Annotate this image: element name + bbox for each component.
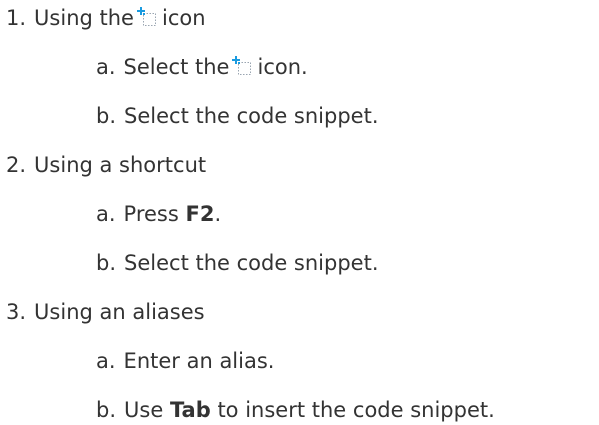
instructions-list: 1. Using the icon a. Select the icon. b. Se…: [0, 0, 599, 425]
step-1a-text-after: icon.: [257, 55, 308, 79]
step-1b-marker: b.: [96, 104, 117, 128]
insert-snippet-icon: [136, 5, 159, 29]
shortcut-key-tab: Tab: [169, 398, 211, 422]
step-1: 1. Using the icon: [6, 3, 206, 33]
step-3b-text-after: to insert the code snippet.: [217, 398, 495, 422]
step-1-text-before: Using the: [34, 6, 134, 30]
step-2a-text-before: Press: [123, 202, 179, 226]
step-2b: b. Select the code snippet.: [96, 248, 379, 278]
step-2-text: Using a shortcut: [34, 153, 207, 177]
step-3a-marker: a.: [96, 349, 116, 373]
step-1-text-after: icon: [161, 6, 206, 30]
step-1a-marker: a.: [96, 55, 116, 79]
step-1b: b. Select the code snippet.: [96, 101, 379, 131]
step-3a: a. Enter an alias.: [96, 346, 274, 376]
step-2b-marker: b.: [96, 251, 117, 275]
step-3-marker: 3.: [6, 300, 27, 324]
step-2-marker: 2.: [6, 153, 27, 177]
step-3a-text: Enter an alias.: [123, 349, 275, 373]
step-1a-text-before: Select the: [123, 55, 230, 79]
step-3-text: Using an aliases: [34, 300, 205, 324]
step-1b-text: Select the code snippet.: [124, 104, 379, 128]
step-1a: a. Select the icon.: [96, 52, 308, 82]
step-2a-text-after: .: [214, 202, 222, 226]
shortcut-key-f2: F2: [185, 202, 215, 226]
step-3b-text-before: Use: [124, 398, 164, 422]
step-1-marker: 1.: [6, 6, 27, 30]
step-3b-marker: b.: [96, 398, 117, 422]
step-2a: a. Press F2.: [96, 199, 221, 229]
step-3b: b. Use Tab to insert the code snippet.: [96, 395, 495, 425]
step-3: 3. Using an aliases: [6, 297, 205, 327]
step-2b-text: Select the code snippet.: [124, 251, 379, 275]
step-2: 2. Using a shortcut: [6, 150, 206, 180]
insert-snippet-icon: [232, 54, 254, 78]
step-2a-marker: a.: [96, 202, 116, 226]
